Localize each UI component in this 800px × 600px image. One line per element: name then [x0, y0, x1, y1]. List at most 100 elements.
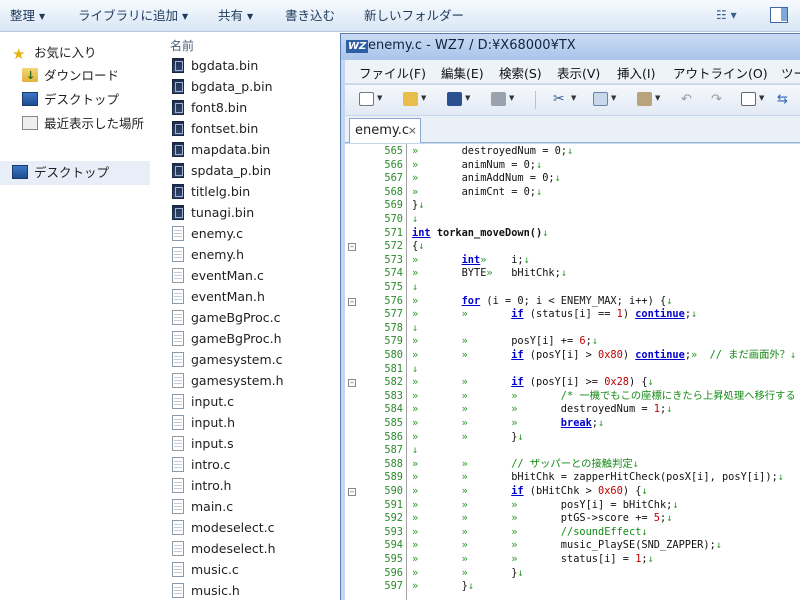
code-token: ↓: [641, 525, 648, 538]
file-row[interactable]: intro.h: [172, 475, 232, 496]
file-row[interactable]: gameBgProc.c: [172, 307, 281, 328]
menu-edit[interactable]: 編集(E): [441, 63, 484, 82]
code-token: » »: [412, 566, 512, 579]
file-row[interactable]: gameBgProc.h: [172, 328, 282, 349]
file-row[interactable]: gamesystem.c: [172, 349, 283, 370]
file-row[interactable]: eventMan.c: [172, 265, 264, 286]
file-row[interactable]: input.h: [172, 412, 235, 433]
line-source: » animCnt = 0;↓: [412, 186, 542, 200]
add-to-library-button[interactable]: ライブラリに追加 ▼: [78, 0, 188, 32]
code-token: 0x28: [604, 376, 630, 389]
file-row[interactable]: enemy.h: [172, 244, 244, 265]
code-token: » »: [412, 335, 512, 348]
code-line: 568 » animCnt = 0;↓: [345, 186, 800, 200]
file-row[interactable]: music.h: [172, 580, 240, 600]
text-file-icon: [172, 499, 184, 514]
file-row[interactable]: mapdata.bin: [172, 139, 270, 160]
file-row[interactable]: modeselect.c: [172, 517, 274, 538]
menu-outline[interactable]: アウトライン(O): [673, 63, 768, 82]
line-number: 577: [384, 308, 403, 321]
file-row[interactable]: input.c: [172, 391, 234, 412]
nav-recent-places[interactable]: 最近表示した場所: [22, 113, 144, 135]
view-options-button[interactable]: ☷ ▾: [716, 8, 752, 24]
menu-insert[interactable]: 挿入(I): [617, 63, 655, 82]
file-name: mapdata.bin: [191, 142, 271, 157]
file-row[interactable]: tunagi.bin: [172, 202, 254, 223]
save-button[interactable]: ▼: [447, 92, 473, 108]
file-row[interactable]: titlelg.bin: [172, 181, 250, 202]
new-file-button[interactable]: ▼: [359, 92, 385, 108]
menu-file[interactable]: ファイル(F): [359, 63, 426, 82]
nav-desktop-favorite[interactable]: デスクトップ: [22, 89, 119, 111]
close-icon[interactable]: ×: [408, 119, 417, 142]
cut-button[interactable]: ✂ ▼: [553, 92, 579, 108]
line-number: 574: [384, 267, 403, 280]
organize-button[interactable]: 整理 ▼: [10, 0, 45, 32]
redo-button[interactable]: ↷: [711, 92, 737, 108]
file-row[interactable]: input.s: [172, 433, 234, 454]
nav-favorites[interactable]: ★ お気に入り: [12, 42, 97, 64]
open-file-button[interactable]: ▼: [403, 92, 429, 108]
code-token: // まだ画面外？: [709, 349, 790, 361]
copy-icon: [593, 92, 608, 106]
code-token: ): [622, 349, 636, 361]
code-token: int: [412, 226, 431, 239]
code-token: BYTE: [461, 267, 487, 280]
file-row[interactable]: modeselect.h: [172, 538, 276, 559]
file-name: intro.c: [191, 457, 231, 472]
fold-toggle-icon[interactable]: −: [348, 488, 356, 496]
code-token: »: [412, 580, 462, 593]
tab-enemy-c[interactable]: enemy.c ×: [349, 118, 421, 143]
file-row[interactable]: gamesystem.h: [172, 370, 284, 391]
file-row[interactable]: intro.c: [172, 454, 230, 475]
column-header-name[interactable]: 名前: [170, 37, 194, 54]
paste-button[interactable]: ▼: [637, 92, 663, 108]
file-name: spdata_p.bin: [191, 163, 272, 178]
code-token: ↓: [647, 553, 654, 565]
menu-search[interactable]: 検索(S): [499, 63, 542, 82]
code-line: 584 » » » destroyedNum = 1;↓: [345, 403, 800, 417]
file-row[interactable]: bgdata.bin: [172, 55, 258, 76]
undo-button[interactable]: ↶: [681, 92, 707, 108]
toolbar-separator: [535, 91, 536, 109]
code-line: − 590 » » if (bHitChk > 0x60) {↓: [345, 485, 800, 499]
code-editor[interactable]: 565» destroyedNum = 0;↓ 566» animNum = 0;…: [345, 144, 800, 600]
text-file-icon: [172, 331, 184, 346]
fold-toggle-icon[interactable]: −: [348, 297, 356, 306]
file-row[interactable]: main.c: [172, 496, 233, 517]
menu-tools[interactable]: ツー: [781, 63, 800, 82]
jump-button[interactable]: ⇆: [777, 92, 800, 108]
chevron-down-icon: ▼: [465, 94, 471, 102]
file-row[interactable]: bgdata_p.bin: [172, 76, 273, 97]
fold-toggle-icon[interactable]: −: [348, 243, 356, 252]
burn-button[interactable]: 書き込む: [285, 0, 335, 32]
new-folder-button[interactable]: 新しいフォルダー: [364, 0, 464, 32]
nav-favorites-label: お気に入り: [34, 45, 97, 60]
code-token: animCnt = 0;: [461, 185, 537, 198]
pane-splitter[interactable]: [152, 33, 158, 600]
code-token: (posY[i] >=: [523, 376, 605, 389]
preview-pane-button[interactable]: [770, 7, 788, 23]
fold-toggle-icon[interactable]: −: [348, 379, 356, 388]
file-name: enemy.c: [191, 226, 243, 241]
line-source: » » » ptGS->score += 5;↓: [412, 512, 672, 526]
text-file-icon: [172, 541, 184, 556]
code-token: ↓: [666, 403, 673, 416]
nav-desktop[interactable]: デスクトップ: [12, 162, 109, 184]
copy-button[interactable]: ▼: [593, 92, 619, 108]
nav-downloads[interactable]: ダウンロード: [22, 65, 119, 87]
menu-view[interactable]: 表示(V): [557, 63, 600, 82]
file-row[interactable]: eventMan.h: [172, 286, 265, 307]
file-row[interactable]: enemy.c: [172, 223, 243, 244]
file-row[interactable]: font8.bin: [172, 97, 247, 118]
print-button[interactable]: ▼: [491, 92, 517, 108]
document-button[interactable]: ▼: [741, 92, 767, 108]
code-token: if: [511, 308, 524, 321]
code-token: ↓: [536, 158, 543, 171]
share-button[interactable]: 共有 ▼: [218, 0, 253, 32]
file-row[interactable]: fontset.bin: [172, 118, 258, 139]
editor-title-bar[interactable]: WZ enemy.c - WZ7 / D:¥X68000¥TX: [341, 34, 800, 60]
file-row[interactable]: spdata_p.bin: [172, 160, 271, 181]
file-row[interactable]: music.c: [172, 559, 239, 580]
nav-desktop-label: デスクトップ: [34, 165, 110, 180]
